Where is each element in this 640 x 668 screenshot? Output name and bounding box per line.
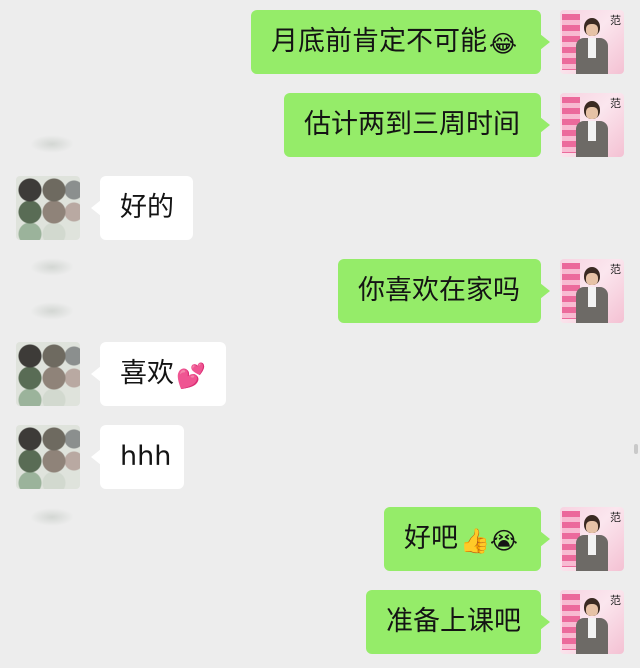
my-avatar[interactable]: 范 — [560, 507, 624, 571]
message-text: 好吧 — [404, 523, 458, 554]
avatar-fade — [30, 302, 74, 320]
contact-avatar[interactable] — [16, 176, 80, 240]
avatar-glyph: 范 — [610, 14, 621, 27]
thumbs-up-crying-emoji-icon: 👍😭 — [460, 527, 518, 555]
message-bubble[interactable]: hhh — [91, 425, 184, 489]
my-avatar[interactable]: 范 — [560, 10, 624, 74]
avatar-fade — [30, 508, 74, 526]
my-avatar[interactable]: 范 — [560, 590, 624, 654]
message-bubble[interactable]: 喜欢💕 — [91, 342, 226, 406]
message-bubble[interactable]: 估计两到三周时间 — [284, 93, 550, 157]
message-bubble[interactable]: 月底前肯定不可能😂 — [251, 10, 550, 74]
message-text: 好的 — [120, 192, 174, 223]
scrollbar-thumb[interactable] — [634, 444, 638, 454]
laughing-emoji-icon: 😂 — [489, 30, 518, 58]
my-avatar[interactable]: 范 — [560, 93, 624, 157]
avatar-fade — [30, 135, 74, 153]
message-text: 喜欢 — [120, 358, 174, 389]
contact-avatar[interactable] — [16, 425, 80, 489]
contact-avatar[interactable] — [16, 342, 80, 406]
hearts-emoji-icon: 💕 — [176, 362, 206, 390]
message-text: 月底前肯定不可能 — [271, 26, 487, 57]
avatar-glyph: 范 — [610, 594, 621, 607]
message-bubble[interactable]: 好的 — [91, 176, 193, 240]
avatar-glyph: 范 — [610, 511, 621, 524]
avatar-fade — [30, 258, 74, 276]
avatar-glyph: 范 — [610, 97, 621, 110]
my-avatar[interactable]: 范 — [560, 259, 624, 323]
message-text: 你喜欢在家吗 — [358, 275, 520, 306]
message-bubble[interactable]: 好吧👍😭 — [384, 507, 550, 571]
message-text: 估计两到三周时间 — [304, 109, 520, 140]
message-bubble[interactable]: 准备上课吧 — [366, 590, 550, 654]
message-text: 准备上课吧 — [386, 606, 521, 637]
message-bubble[interactable]: 你喜欢在家吗 — [338, 259, 550, 323]
message-text: hhh — [120, 441, 172, 472]
avatar-glyph: 范 — [610, 263, 621, 276]
